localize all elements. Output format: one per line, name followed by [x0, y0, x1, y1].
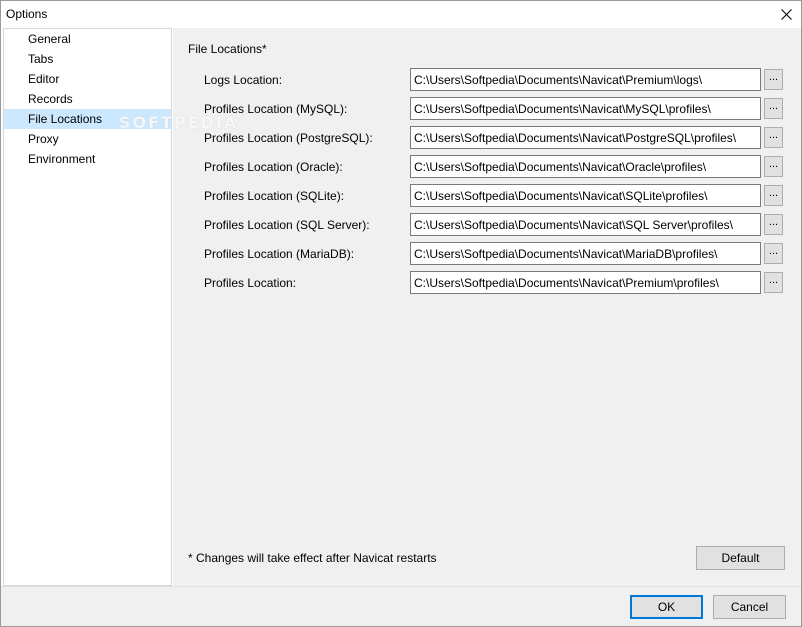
oracle-profiles-input[interactable] — [410, 155, 761, 178]
mysql-profiles-input[interactable] — [410, 97, 761, 120]
nav-item-general[interactable]: General — [4, 29, 171, 49]
nav-item-proxy[interactable]: Proxy — [4, 129, 171, 149]
mysql-profiles-row: Profiles Location (MySQL): ... — [173, 97, 801, 123]
dialog-footer: OK Cancel — [1, 586, 801, 626]
nav-item-file-locations[interactable]: File Locations — [4, 109, 171, 129]
mysql-profiles-browse-button[interactable]: ... — [764, 98, 783, 119]
section-title: File Locations* — [188, 42, 267, 56]
nav-item-environment[interactable]: Environment — [4, 149, 171, 169]
logs-location-input[interactable] — [410, 68, 761, 91]
mysql-profiles-label: Profiles Location (MySQL): — [204, 102, 348, 116]
logs-location-browse-button[interactable]: ... — [764, 69, 783, 90]
postgresql-profiles-input[interactable] — [410, 126, 761, 149]
restart-note: * Changes will take effect after Navicat… — [188, 551, 437, 565]
premium-profiles-label: Profiles Location: — [204, 276, 297, 290]
cancel-button[interactable]: Cancel — [713, 595, 786, 619]
close-icon — [780, 8, 792, 20]
nav-item-tabs[interactable]: Tabs — [4, 49, 171, 69]
close-button[interactable] — [775, 4, 797, 24]
sqlite-profiles-input[interactable] — [410, 184, 761, 207]
window-title: Options — [6, 7, 48, 21]
sqlserver-profiles-browse-button[interactable]: ... — [764, 214, 783, 235]
oracle-profiles-label: Profiles Location (Oracle): — [204, 160, 343, 174]
nav-item-records[interactable]: Records — [4, 89, 171, 109]
postgresql-profiles-browse-button[interactable]: ... — [764, 127, 783, 148]
mariadb-profiles-label: Profiles Location (MariaDB): — [204, 247, 355, 261]
title-bar: Options — [1, 1, 801, 28]
logs-location-label: Logs Location: — [204, 73, 283, 87]
sqlite-profiles-browse-button[interactable]: ... — [764, 185, 783, 206]
sqlite-profiles-label: Profiles Location (SQLite): — [204, 189, 345, 203]
sqlserver-profiles-row: Profiles Location (SQL Server): ... — [173, 213, 801, 239]
mariadb-profiles-browse-button[interactable]: ... — [764, 243, 783, 264]
oracle-profiles-browse-button[interactable]: ... — [764, 156, 783, 177]
ok-button[interactable]: OK — [630, 595, 703, 619]
file-locations-panel: File Locations* Logs Location: ... Profi… — [173, 28, 801, 586]
options-nav: General Tabs Editor Records File Locatio… — [3, 28, 172, 586]
default-button[interactable]: Default — [696, 546, 785, 570]
mariadb-profiles-row: Profiles Location (MariaDB): ... — [173, 242, 801, 268]
oracle-profiles-row: Profiles Location (Oracle): ... — [173, 155, 801, 181]
premium-profiles-row: Profiles Location: ... — [173, 271, 801, 297]
mariadb-profiles-input[interactable] — [410, 242, 761, 265]
premium-profiles-browse-button[interactable]: ... — [764, 272, 783, 293]
premium-profiles-input[interactable] — [410, 271, 761, 294]
sqlite-profiles-row: Profiles Location (SQLite): ... — [173, 184, 801, 210]
postgresql-profiles-row: Profiles Location (PostgreSQL): ... — [173, 126, 801, 152]
options-dialog: Options General Tabs Editor Records File… — [0, 0, 802, 627]
logs-location-row: Logs Location: ... — [173, 68, 801, 94]
nav-item-editor[interactable]: Editor — [4, 69, 171, 89]
postgresql-profiles-label: Profiles Location (PostgreSQL): — [204, 131, 373, 145]
sqlserver-profiles-input[interactable] — [410, 213, 761, 236]
sqlserver-profiles-label: Profiles Location (SQL Server): — [204, 218, 370, 232]
